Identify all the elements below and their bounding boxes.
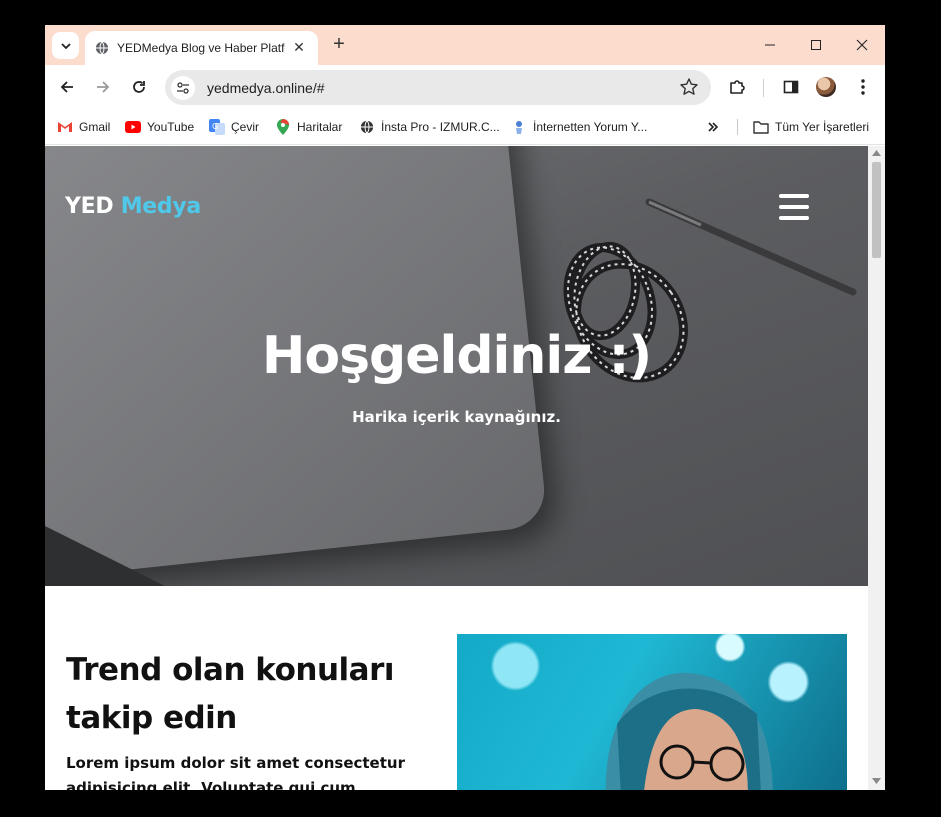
scroll-down-icon[interactable] <box>872 778 881 784</box>
close-tab-icon[interactable]: ✕ <box>290 40 308 56</box>
bookmark-label: YouTube <box>147 120 195 134</box>
site-info-button[interactable] <box>171 75 195 100</box>
trend-paragraph: Lorem ipsum dolor sit amet consectetur a… <box>66 754 405 790</box>
bookmark-gmail[interactable]: Gmail <box>57 117 110 137</box>
page-scrollbar[interactable] <box>868 146 885 790</box>
hero-title: Hoşgeldiniz :) <box>261 326 652 386</box>
bookmark-translate[interactable]: G Çevir <box>209 117 259 137</box>
minimize-button[interactable] <box>755 33 785 57</box>
hamburger-menu-icon[interactable] <box>779 194 809 220</box>
hero-section: YED Medya Hoşgeldiniz :) Harika içerik k… <box>45 146 868 586</box>
bookmark-internetten-yorum[interactable]: İnternetten Yorum Y... <box>511 117 647 137</box>
arrow-left-icon <box>60 81 73 93</box>
double-chevron-right-icon <box>708 122 719 132</box>
star-icon[interactable] <box>679 77 699 97</box>
side-panel-icon <box>783 80 799 94</box>
logo-part2: Medya <box>120 194 202 219</box>
forward-button[interactable] <box>91 75 115 99</box>
extensions-button[interactable] <box>725 75 749 99</box>
scroll-up-icon[interactable] <box>872 150 881 156</box>
arrow-right-icon <box>97 81 110 93</box>
globe-icon <box>95 41 109 55</box>
trend-heading: Trend olan konuları takip edin <box>66 652 395 736</box>
kebab-menu-icon <box>861 79 865 95</box>
globe-icon <box>359 119 375 135</box>
side-panel-button[interactable] <box>779 75 803 99</box>
close-window-button[interactable] <box>847 33 877 57</box>
all-bookmarks-label: Tüm Yer İşaretleri <box>775 120 870 134</box>
bookmarks-bar: Gmail YouTube G Çevir Haritalar İnsta Pr… <box>45 109 885 145</box>
tab-strip: YEDMedya Blog ve Haber Platformu ✕ + <box>45 25 885 65</box>
browser-toolbar: yedmedya.online/# <box>45 65 885 109</box>
web-page: YED Medya Hoşgeldiniz :) Harika içerik k… <box>45 146 868 790</box>
site-icon <box>511 119 527 135</box>
pen-shadow-image <box>45 526 165 586</box>
active-tab[interactable]: YEDMedya Blog ve Haber Platformu ✕ <box>85 31 318 65</box>
hero-subtitle: Harika içerik kaynağınız. <box>352 408 561 426</box>
folder-icon <box>753 119 769 135</box>
tab-search-button[interactable] <box>52 32 79 59</box>
trend-photo <box>457 634 847 790</box>
bookmark-youtube[interactable]: YouTube <box>125 117 194 137</box>
chevron-down-icon <box>60 42 71 49</box>
close-icon <box>856 39 868 51</box>
bookmarks-divider <box>737 119 738 135</box>
address-bar[interactable]: yedmedya.online/# <box>165 70 711 105</box>
maps-icon <box>275 119 291 135</box>
scrollbar-thumb[interactable] <box>872 162 881 258</box>
gmail-icon <box>57 119 73 135</box>
youtube-icon <box>125 119 141 135</box>
all-bookmarks-folder[interactable]: Tüm Yer İşaretleri <box>753 117 869 137</box>
bookmark-maps[interactable]: Haritalar <box>275 117 342 137</box>
site-logo[interactable]: YED Medya <box>65 194 201 219</box>
toolbar-divider <box>763 79 764 97</box>
minimize-icon <box>765 44 775 46</box>
reload-button[interactable] <box>127 75 151 99</box>
bookmark-label: Haritalar <box>297 120 343 134</box>
new-tab-button[interactable]: + <box>327 33 351 57</box>
reload-icon <box>133 81 145 93</box>
menu-button[interactable] <box>851 75 875 99</box>
browser-window: YEDMedya Blog ve Haber Platformu ✕ + ye <box>45 25 885 790</box>
bookmark-insta-pro[interactable]: İnsta Pro - IZMUR.C... <box>359 117 500 137</box>
tab-title: YEDMedya Blog ve Haber Platformu <box>117 41 285 55</box>
person-with-glasses-image <box>605 672 773 790</box>
translate-icon: G <box>209 119 225 135</box>
bookmark-label: İnternetten Yorum Y... <box>533 120 648 134</box>
maximize-icon <box>811 40 821 50</box>
profile-avatar[interactable] <box>816 77 836 97</box>
bookmark-label: Gmail <box>79 120 111 134</box>
puzzle-icon <box>730 80 745 94</box>
svg-text:G: G <box>212 122 218 131</box>
maximize-button[interactable] <box>801 33 831 57</box>
bookmark-label: Çevir <box>231 120 260 134</box>
tune-icon <box>177 81 189 94</box>
url-text[interactable]: yedmedya.online/# <box>207 80 325 96</box>
bookmark-label: İnsta Pro - IZMUR.C... <box>381 120 500 134</box>
back-button[interactable] <box>55 75 79 99</box>
more-bookmarks-button[interactable] <box>707 117 719 137</box>
logo-part1: YED <box>65 194 114 219</box>
